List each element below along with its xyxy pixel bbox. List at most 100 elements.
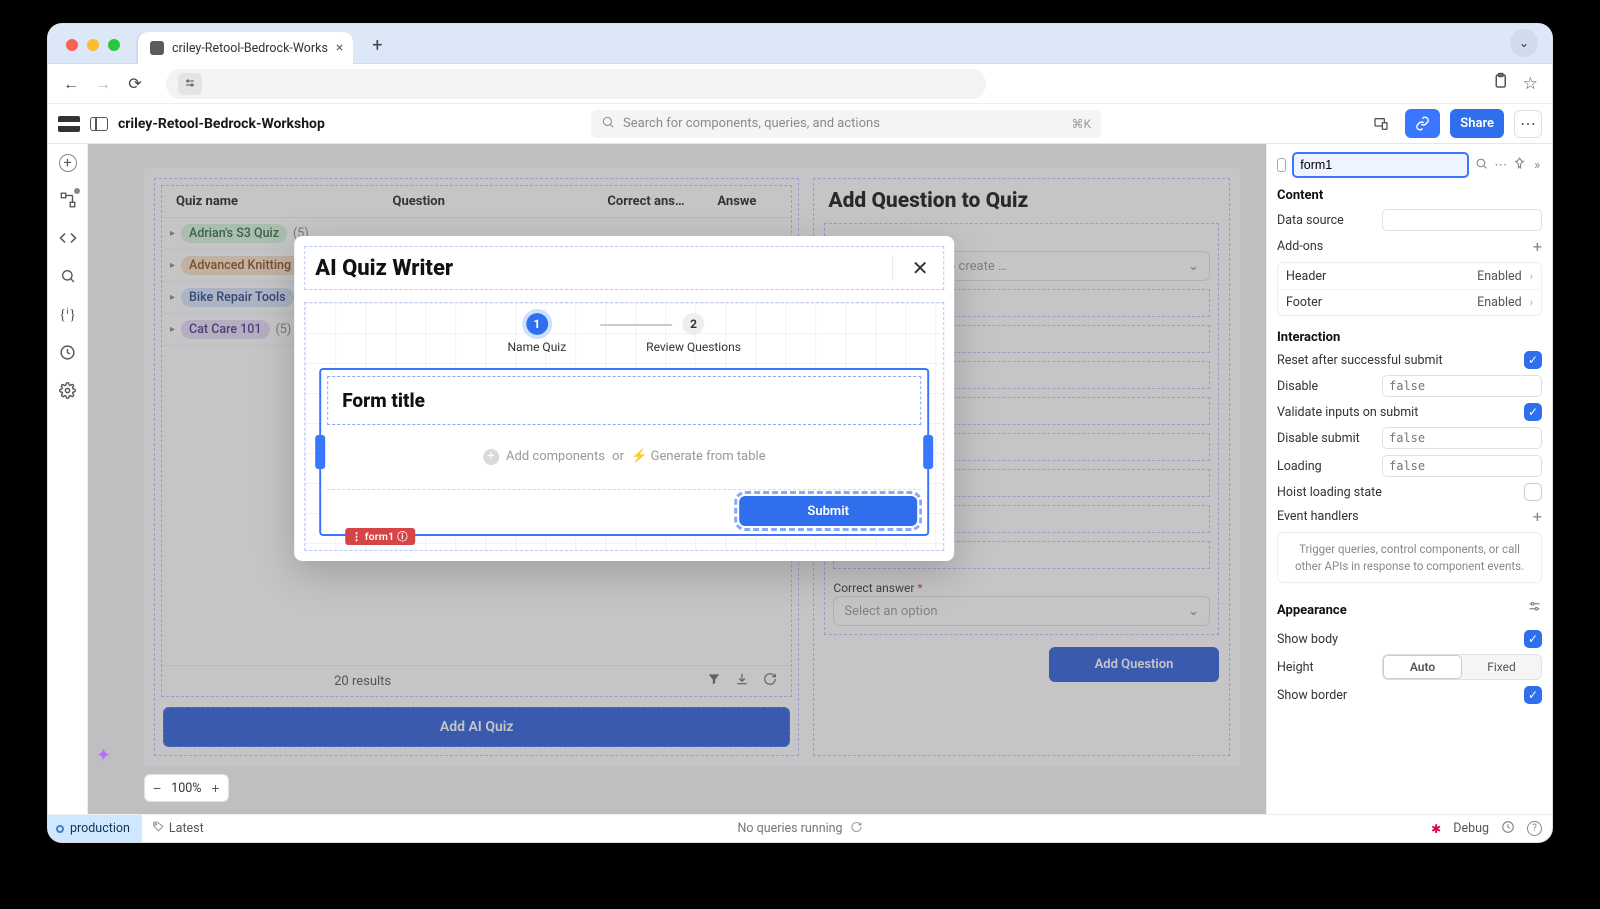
modal-title: AI Quiz Writer: [315, 256, 878, 281]
state-icon[interactable]: {ⁱ}: [58, 304, 78, 324]
zoom-in-button[interactable]: +: [211, 780, 219, 796]
data-source-input[interactable]: [1382, 209, 1542, 231]
site-settings-icon[interactable]: [178, 73, 202, 95]
queries-refresh-icon[interactable]: [851, 821, 863, 837]
resize-handle-right[interactable]: [923, 435, 933, 469]
add-component-icon[interactable]: +: [59, 154, 77, 172]
search-placeholder: Search for components, queries, and acti…: [623, 116, 880, 131]
zoom-value: 100%: [171, 781, 201, 796]
submit-button[interactable]: Submit: [739, 496, 917, 526]
appearance-settings-icon[interactable]: [1527, 600, 1542, 619]
step-name-quiz[interactable]: 1 Name Quiz: [507, 313, 566, 354]
tab-title: criley-Retool-Bedrock-Works: [172, 41, 328, 56]
component-name-input[interactable]: [1292, 152, 1469, 178]
inspector-pin-icon[interactable]: [1513, 157, 1526, 174]
chevron-right-icon: ›: [1530, 270, 1533, 283]
window-close-dot[interactable]: [66, 39, 78, 51]
tag-icon: [152, 820, 165, 837]
interaction-heading: Interaction: [1277, 330, 1542, 345]
new-tab-button[interactable]: +: [363, 31, 391, 59]
form-title[interactable]: Form title: [327, 376, 921, 425]
search-icon: [601, 115, 615, 133]
tab-favicon: [150, 41, 164, 55]
event-handlers-help: Trigger queries, control components, or …: [1277, 532, 1542, 583]
inspector-expand-icon[interactable]: »: [1532, 158, 1542, 173]
link-button[interactable]: [1405, 109, 1440, 138]
disable-submit-input[interactable]: [1382, 427, 1542, 449]
zoom-out-button[interactable]: −: [153, 780, 161, 796]
address-bar[interactable]: [166, 69, 986, 99]
command-search[interactable]: Search for components, queries, and acti…: [591, 110, 1101, 138]
reload-button[interactable]: ⟳: [126, 74, 144, 93]
hoist-toggle[interactable]: [1524, 483, 1542, 501]
ai-assistant-icon[interactable]: ✦: [96, 745, 111, 766]
share-button[interactable]: Share: [1450, 109, 1504, 138]
loading-input[interactable]: [1382, 455, 1542, 477]
step-review-questions[interactable]: 2 Review Questions: [646, 313, 741, 354]
resize-handle-left[interactable]: [315, 435, 325, 469]
history-icon[interactable]: [58, 342, 78, 362]
search-rail-icon[interactable]: [58, 266, 78, 286]
more-actions-button[interactable]: ⋯: [1514, 110, 1542, 138]
reset-toggle[interactable]: [1524, 351, 1542, 369]
tabs-overflow-button[interactable]: ⌄: [1510, 29, 1538, 57]
component-tree-icon[interactable]: [58, 190, 78, 210]
settings-icon[interactable]: [58, 380, 78, 400]
clipboard-icon[interactable]: [1491, 72, 1509, 95]
toggle-panel-button[interactable]: [90, 117, 108, 131]
form-empty-area[interactable]: + Add components or ⚡ Generate from tabl…: [327, 425, 921, 490]
modal: AI Quiz Writer ✕ 1 Name Quiz 2: [294, 236, 954, 561]
debug-icon[interactable]: ✱: [1431, 822, 1441, 836]
back-button[interactable]: ←: [62, 74, 80, 94]
validate-toggle[interactable]: [1524, 403, 1542, 421]
window-min-dot[interactable]: [87, 39, 99, 51]
debug-label[interactable]: Debug: [1453, 821, 1489, 836]
height-label: Height: [1277, 660, 1374, 675]
tab-close-icon[interactable]: ×: [336, 40, 343, 56]
zoom-control[interactable]: − 100% +: [144, 774, 229, 802]
code-icon[interactable]: [58, 228, 78, 248]
version-label[interactable]: Latest: [169, 821, 204, 836]
addons-add-icon[interactable]: +: [1533, 237, 1542, 256]
responsive-preview-button[interactable]: [1367, 110, 1395, 138]
loading-label: Loading: [1277, 459, 1374, 474]
inspector-more-icon[interactable]: ⋯: [1494, 158, 1507, 173]
form1-component[interactable]: Form title + Add components or ⚡ Generat…: [319, 368, 929, 536]
browser-tab[interactable]: criley-Retool-Bedrock-Works ×: [138, 32, 353, 64]
env-indicator-icon: [56, 825, 64, 833]
modal-close-button[interactable]: ✕: [907, 256, 933, 280]
disable-submit-label: Disable submit: [1277, 431, 1374, 446]
hoist-label: Hoist loading state: [1277, 485, 1516, 500]
window-max-dot[interactable]: [108, 39, 120, 51]
event-add-icon[interactable]: +: [1533, 507, 1542, 526]
component-badge[interactable]: ⋮ form1 ⓘ: [345, 528, 415, 545]
content-heading: Content: [1277, 188, 1542, 203]
event-handlers-label: Event handlers: [1277, 509, 1525, 524]
bookmark-icon[interactable]: ☆: [1523, 74, 1538, 94]
height-segment[interactable]: Auto Fixed: [1382, 654, 1542, 680]
forward-button[interactable]: →: [94, 74, 112, 94]
data-source-label: Data source: [1277, 213, 1374, 228]
show-border-label: Show border: [1277, 688, 1516, 703]
environment-badge[interactable]: production: [48, 815, 142, 843]
add-components-icon[interactable]: +: [483, 449, 499, 465]
show-body-label: Show body: [1277, 632, 1516, 647]
app-title: criley-Retool-Bedrock-Workshop: [118, 116, 325, 132]
search-shortcut: ⌘K: [1072, 117, 1092, 131]
status-help-icon[interactable]: ?: [1527, 821, 1542, 836]
status-history-icon[interactable]: [1501, 820, 1515, 838]
queries-status: No queries running: [737, 821, 842, 836]
bolt-icon: ⚡: [631, 449, 647, 464]
chevron-right-icon: ›: [1530, 296, 1533, 309]
addon-header-row[interactable]: Header Enabled ›: [1278, 263, 1541, 289]
reset-label: Reset after successful submit: [1277, 353, 1516, 368]
show-body-toggle[interactable]: [1524, 630, 1542, 648]
validate-label: Validate inputs on submit: [1277, 405, 1516, 420]
disable-label: Disable: [1277, 379, 1374, 394]
inspector-search-icon[interactable]: [1475, 157, 1488, 174]
component-type-icon: [1277, 158, 1286, 172]
show-border-toggle[interactable]: [1524, 686, 1542, 704]
retool-logo[interactable]: [58, 116, 80, 132]
addon-footer-row[interactable]: Footer Enabled ›: [1278, 289, 1541, 315]
disable-input[interactable]: [1382, 375, 1542, 397]
